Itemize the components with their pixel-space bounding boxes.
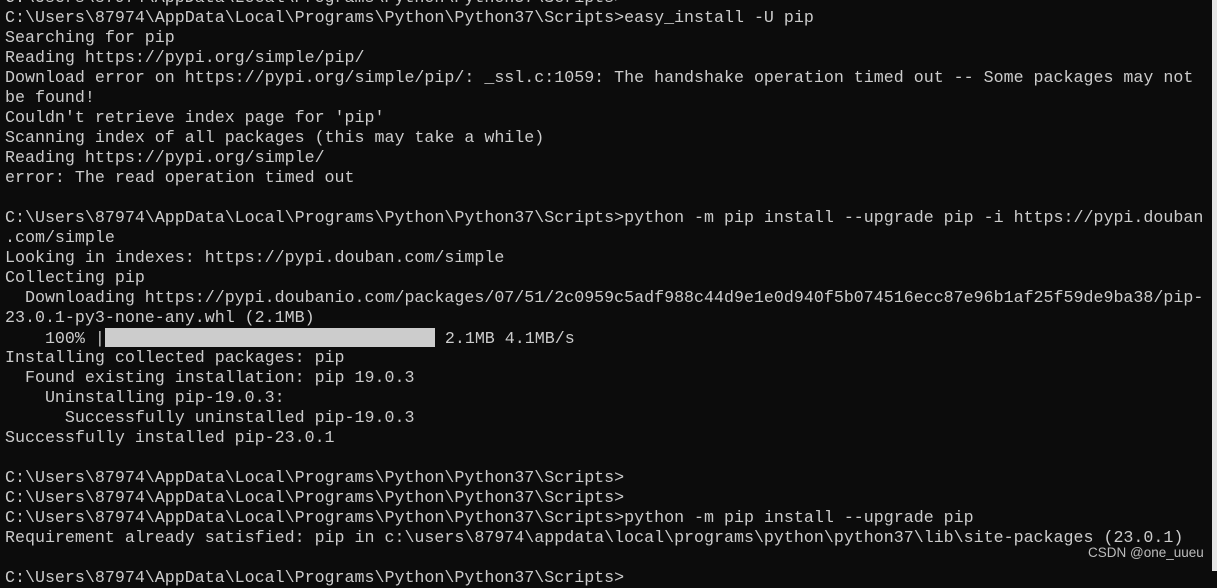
- terminal-line: Searching for pip: [5, 28, 175, 47]
- terminal-line: C:\Users\87974\AppData\Local\Programs\Py…: [5, 208, 1204, 227]
- terminal-line: Download error on https://pypi.org/simpl…: [5, 68, 1194, 87]
- terminal-line: Collecting pip: [5, 268, 145, 287]
- terminal-line: Found existing installation: pip 19.0.3: [5, 368, 415, 387]
- terminal-output[interactable]: C:\Users\87974\AppData\Local\Programs\Py…: [5, 0, 1210, 588]
- terminal-line: C:\Users\87974\AppData\Local\Programs\Py…: [5, 468, 625, 487]
- terminal-line: Scanning index of all packages (this may…: [5, 128, 545, 147]
- scrollbar[interactable]: [1212, 0, 1217, 571]
- terminal-line: Requirement already satisfied: pip in c:…: [5, 528, 1184, 547]
- terminal-line: Installing collected packages: pip: [5, 348, 345, 367]
- terminal-line: 23.0.1-py3-none-any.whl (2.1MB): [5, 308, 315, 327]
- terminal-line: Looking in indexes: https://pypi.douban.…: [5, 248, 505, 267]
- terminal-line: Couldn't retrieve index page for 'pip': [5, 108, 385, 127]
- progress-bar: [104, 328, 435, 347]
- terminal-line: C:\Users\87974\AppData\Local\Programs\Py…: [5, 508, 974, 527]
- terminal-line: .com/simple: [5, 228, 115, 247]
- terminal-line: error: The read operation timed out: [5, 168, 355, 187]
- terminal-line: Successfully uninstalled pip-19.0.3: [5, 408, 415, 427]
- terminal-line: C:\Users\87974\AppData\Local\Programs\Py…: [5, 488, 625, 507]
- terminal-line: Successfully installed pip-23.0.1: [5, 428, 335, 447]
- progress-percent: 100% |: [5, 329, 105, 348]
- terminal-line: Uninstalling pip-19.0.3:: [5, 388, 285, 407]
- terminal-line: C:\Users\87974\AppData\Local\Programs\Py…: [5, 8, 814, 27]
- terminal-line: C:\Users\87974\AppData\Local\Programs\Py…: [5, 568, 625, 587]
- terminal-line: Downloading https://pypi.doubanio.com/pa…: [5, 288, 1204, 307]
- progress-line: 100% | 2.1MB 4.1MB/s: [5, 328, 1210, 348]
- watermark: CSDN @one_uueu: [1088, 545, 1204, 560]
- terminal-line: Reading https://pypi.org/simple/pip/: [5, 48, 365, 67]
- terminal-line: C:\Users\87974\AppData\Local\Programs\Py…: [5, 0, 1210, 8]
- terminal-line: Reading https://pypi.org/simple/: [5, 148, 325, 167]
- terminal-line: be found!: [5, 88, 95, 107]
- progress-stats: 2.1MB 4.1MB/s: [434, 329, 575, 348]
